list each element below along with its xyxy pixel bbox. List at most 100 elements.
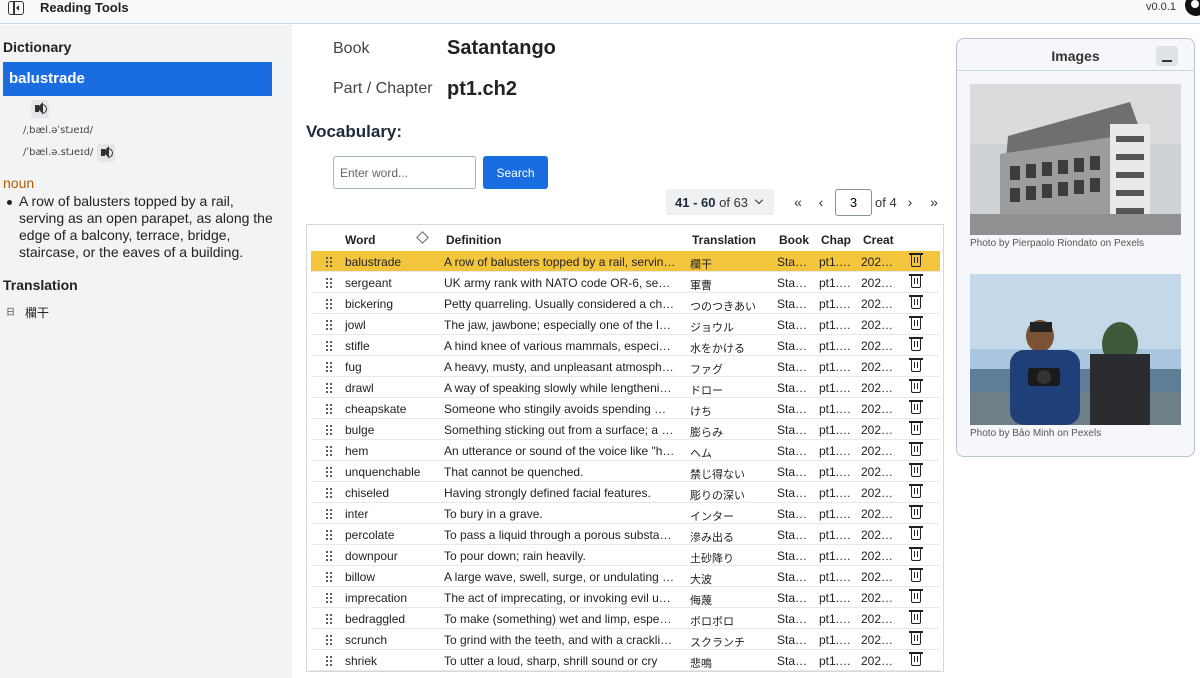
translation-cell: ヘム [690,447,712,460]
trash-icon[interactable] [909,505,923,519]
table-row[interactable]: bulge Something sticking out from a surfa… [311,419,940,440]
minimize-button[interactable] [1156,46,1178,66]
last-page-icon[interactable]: » [927,195,941,211]
created-cell: 202… [861,612,894,626]
column-created[interactable]: Creat [863,233,894,247]
speaker-icon[interactable] [31,100,49,118]
drag-handle-icon[interactable] [325,277,333,288]
book-title: Satantango [447,37,556,59]
table-row[interactable]: billow A large wave, swell, surge, or und… [311,566,940,587]
column-word[interactable]: Word [345,233,375,247]
sort-icon[interactable] [416,231,429,244]
trash-icon[interactable] [909,295,923,309]
column-definition[interactable]: Definition [446,233,501,247]
search-button[interactable]: Search [483,156,548,189]
drag-handle-icon[interactable] [325,340,333,351]
speaker-icon[interactable] [97,144,115,162]
prev-page-icon[interactable]: ‹ [814,195,828,211]
trash-icon[interactable] [909,253,923,267]
drag-handle-icon[interactable] [325,382,333,393]
trash-icon[interactable] [909,274,923,288]
word-cell: bickering [345,297,394,311]
table-row[interactable]: drawl A way of speaking slowly while leng… [311,377,940,398]
trash-icon[interactable] [909,463,923,477]
drag-handle-icon[interactable] [325,529,333,540]
drag-handle-icon[interactable] [325,361,333,372]
table-row[interactable]: shriek To utter a loud, sharp, shrill sou… [311,650,940,671]
table-row[interactable]: stifle A hind knee of various mammals, es… [311,335,940,356]
drag-handle-icon[interactable] [325,508,333,519]
table-row[interactable]: hem An utterance or sound of the voice li… [311,440,940,461]
trash-icon[interactable] [909,589,923,603]
chapter-label: Part / Chapter [333,80,433,97]
page-size-select[interactable]: 41 - 60 of 63 [666,189,774,215]
building-photo[interactable] [970,84,1181,235]
drag-handle-icon[interactable] [325,403,333,414]
created-cell: 202… [861,444,894,458]
created-cell: 202… [861,591,894,605]
trash-icon[interactable] [909,484,923,498]
column-translation[interactable]: Translation [692,233,756,247]
definition-cell: A hind knee of various mammals, especial… [444,339,676,353]
photographer-photo[interactable] [970,274,1181,425]
trash-icon[interactable] [909,631,923,645]
table-row[interactable]: unquenchable That cannot be quenched. 禁じ得な… [311,461,940,482]
trash-icon[interactable] [909,421,923,435]
next-page-icon[interactable]: › [903,195,917,211]
images-panel: Images Photo by Pierpaolo Riondato on Pe… [956,38,1195,457]
trash-icon[interactable] [909,358,923,372]
table-row[interactable]: balustrade A row of balusters topped by a… [311,251,940,272]
definition-cell: To pass a liquid through a porous substa… [444,528,676,542]
drag-handle-icon[interactable] [325,634,333,645]
column-book[interactable]: Book [779,233,809,247]
table-row[interactable]: percolate To pass a liquid through a poro… [311,524,940,545]
table-row[interactable]: imprecation The act of imprecating, or in… [311,587,940,608]
drag-handle-icon[interactable] [325,550,333,561]
drag-handle-icon[interactable] [325,445,333,456]
drag-handle-icon[interactable] [325,256,333,267]
trash-icon[interactable] [909,442,923,456]
table-row[interactable]: bickering Petty quarreling. Usually consi… [311,293,940,314]
trash-icon[interactable] [909,610,923,624]
table-row[interactable]: bedraggled To make (something) wet and li… [311,608,940,629]
table-row[interactable]: sergeant UK army rank with NATO code OR-6… [311,272,940,293]
word-cell: shriek [345,654,378,668]
logo-icon[interactable] [1185,0,1200,16]
trash-icon[interactable] [909,337,923,351]
definition-cell: That cannot be quenched. [444,465,584,479]
table-row[interactable]: fug A heavy, musty, and unpleasant atmosp… [311,356,940,377]
table-row[interactable]: downpour To pour down; rain heavily. 土砂降り S… [311,545,940,566]
drag-handle-icon[interactable] [325,655,333,666]
page-number-input[interactable] [835,189,872,216]
definition-cell: An utterance or sound of the voice like … [444,444,676,458]
trash-icon[interactable] [909,379,923,393]
drag-handle-icon[interactable] [325,319,333,330]
word-input[interactable] [333,156,476,189]
drag-handle-icon[interactable] [325,571,333,582]
table-row[interactable]: chiseled Having strongly defined facial f… [311,482,940,503]
drag-handle-icon[interactable] [325,487,333,498]
trash-icon[interactable] [909,316,923,330]
trash-icon[interactable] [909,652,923,666]
trash-icon[interactable] [909,400,923,414]
table-row[interactable]: inter To bury in a grave. インター Sta… pt1.… 202… [311,503,940,524]
table-row[interactable]: scrunch To grind with the teeth, and with… [311,629,940,650]
book-cell: Sta… [777,612,808,626]
drag-handle-icon[interactable] [325,424,333,435]
drag-handle-icon[interactable] [325,466,333,477]
first-page-icon[interactable]: « [791,195,805,211]
drag-handle-icon[interactable] [325,298,333,309]
translation-cell: ドロー [690,384,723,397]
column-chapter[interactable]: Chap [821,233,851,247]
table-row[interactable]: cheapskate Someone who stingily avoids sp… [311,398,940,419]
trash-icon[interactable] [909,526,923,540]
chapter-cell: pt1.… [819,507,852,521]
trash-icon[interactable] [909,547,923,561]
trash-icon[interactable] [909,568,923,582]
range-text: 41 - 60 [675,195,716,210]
chapter-cell: pt1.… [819,444,852,458]
table-row[interactable]: jowl The jaw, jawbone; especially one of … [311,314,940,335]
drag-handle-icon[interactable] [325,592,333,603]
drag-handle-icon[interactable] [325,613,333,624]
sidebar-toggle-icon[interactable] [8,1,24,15]
